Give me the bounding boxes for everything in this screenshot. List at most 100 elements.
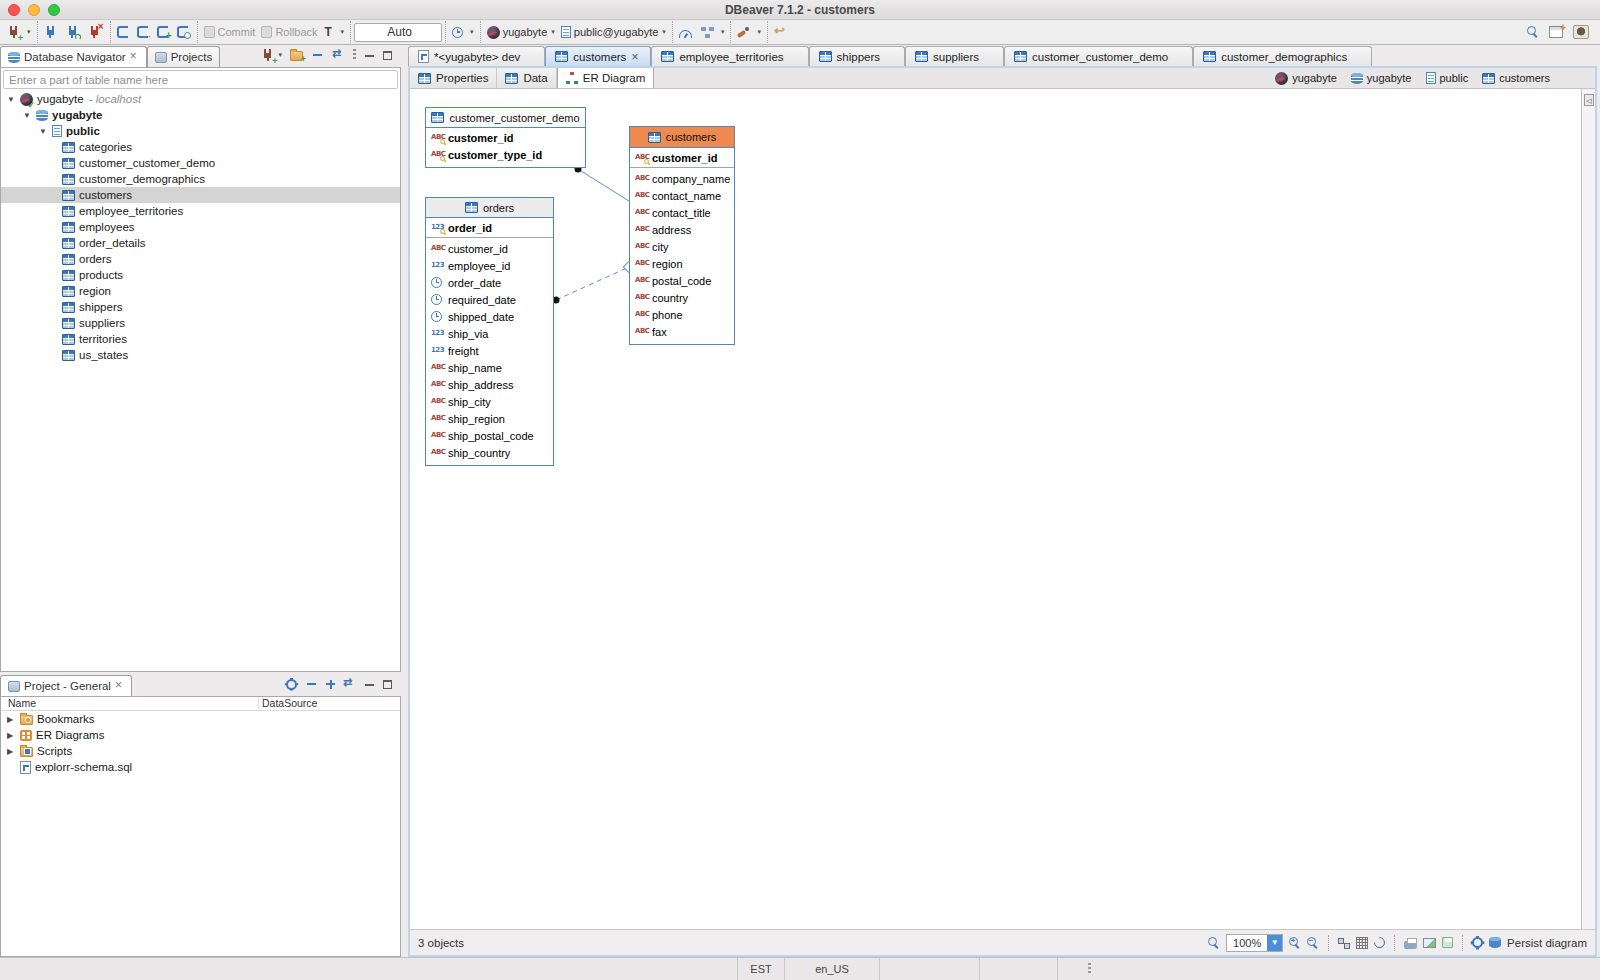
er-column[interactable]: ship_city xyxy=(426,393,553,410)
er-column[interactable]: ship_region xyxy=(426,410,553,427)
expand-arrow[interactable] xyxy=(7,95,20,104)
open-sql-script[interactable] xyxy=(134,21,154,43)
connect[interactable] xyxy=(41,21,63,43)
editor-subtab[interactable]: Data xyxy=(497,68,556,88)
er-entity-header[interactable]: customers xyxy=(630,127,734,148)
er-column[interactable]: ship_postal_code xyxy=(426,427,553,444)
tree-item[interactable]: products xyxy=(1,267,400,283)
project-item[interactable]: Bookmarks xyxy=(1,711,400,727)
er-column[interactable]: postal_code xyxy=(630,272,734,289)
tree-item[interactable]: yugabyte - localhost xyxy=(1,91,400,107)
editor-tab[interactable]: *<yugabyte> dev xyxy=(408,46,545,66)
maximize-view[interactable] xyxy=(382,46,393,64)
status-locale[interactable]: en_US xyxy=(784,958,879,980)
network-profile[interactable] xyxy=(698,21,728,43)
zoom-value[interactable]: 100% xyxy=(1227,937,1267,949)
commit-mode-combo[interactable]: Auto xyxy=(354,23,442,42)
collapse[interactable] xyxy=(304,675,319,693)
toggle-grid[interactable] xyxy=(1356,937,1368,949)
breadcrumb-item[interactable]: customers xyxy=(1482,72,1550,84)
tree-item[interactable]: employee_territories xyxy=(1,203,400,219)
arrange-diagram[interactable] xyxy=(1338,937,1350,949)
refresh-diagram[interactable] xyxy=(1374,937,1385,948)
editor-tab[interactable]: customer_demographics xyxy=(1193,46,1372,66)
er-entity-header[interactable]: customer_customer_demo xyxy=(426,108,585,128)
new-window[interactable] xyxy=(1546,21,1566,43)
er-column[interactable]: shipped_date xyxy=(426,308,553,325)
er-column[interactable]: ship_via xyxy=(426,325,553,342)
er-column[interactable]: ship_address xyxy=(426,376,553,393)
view-menu[interactable] xyxy=(352,46,357,64)
er-entity[interactable]: customers customer_id xyxy=(629,126,735,345)
tab-projects[interactable]: Projects xyxy=(147,46,221,67)
zoom-dropdown-button[interactable]: ▼ xyxy=(1267,935,1282,951)
sql-editor[interactable] xyxy=(114,21,134,43)
project-item[interactable]: ER Diagrams xyxy=(1,727,400,743)
dashboard[interactable] xyxy=(676,21,698,43)
sep3[interactable] xyxy=(1462,935,1463,951)
er-column[interactable]: city xyxy=(630,238,734,255)
er-column[interactable]: customer_id xyxy=(426,240,553,257)
print-diagram[interactable] xyxy=(1404,937,1417,949)
editor-tab[interactable]: customer_customer_demo xyxy=(1004,46,1193,66)
minimize-view[interactable] xyxy=(363,46,376,64)
tab-project-general[interactable]: Project - General xyxy=(0,675,132,696)
rollback[interactable]: Rollback xyxy=(258,21,320,43)
er-entity[interactable]: orders order_id xyxy=(425,197,554,466)
search[interactable] xyxy=(1524,21,1542,43)
invalidate-reconnect[interactable] xyxy=(63,21,85,43)
editor-tab[interactable]: customers xyxy=(545,46,651,66)
settings[interactable] xyxy=(285,675,298,693)
persist-diagram-icon[interactable] xyxy=(1489,937,1501,948)
minimize-view[interactable] xyxy=(363,675,376,693)
expand[interactable] xyxy=(325,675,336,693)
er-column[interactable]: employee_id xyxy=(426,257,553,274)
diagram-settings[interactable] xyxy=(1472,937,1483,948)
close-tab-icon[interactable] xyxy=(631,50,641,64)
project-item[interactable]: explorr-schema.sql xyxy=(1,759,400,775)
expand-arrow[interactable] xyxy=(7,747,20,756)
zoom-out[interactable] xyxy=(1307,937,1319,949)
link-with-editor[interactable] xyxy=(331,46,346,64)
editor-subtab[interactable]: Properties xyxy=(410,68,497,88)
export-image[interactable] xyxy=(1423,938,1436,948)
table-filter-input[interactable]: Enter a part of table name here xyxy=(3,70,398,89)
editor-tab[interactable]: shippers xyxy=(809,46,905,66)
user-profile[interactable] xyxy=(1570,21,1592,43)
sep1[interactable] xyxy=(1328,935,1329,951)
er-column[interactable]: address xyxy=(630,221,734,238)
er-column[interactable]: country xyxy=(630,289,734,306)
tree-item[interactable]: orders xyxy=(1,251,400,267)
er-column[interactable]: fax xyxy=(630,323,734,340)
breadcrumb-item[interactable]: public xyxy=(1426,72,1469,84)
close-view-icon[interactable] xyxy=(130,53,139,62)
new-connection[interactable] xyxy=(4,21,34,43)
column-datasource[interactable]: DataSource xyxy=(259,697,317,710)
tree-item[interactable]: us_states xyxy=(1,347,400,363)
breadcrumb-item[interactable]: yugabyte xyxy=(1351,72,1412,84)
er-column[interactable]: order_date xyxy=(426,274,553,291)
tree-item[interactable]: suppliers xyxy=(1,315,400,331)
expand-arrow[interactable] xyxy=(7,731,20,740)
disconnect[interactable] xyxy=(85,21,107,43)
diagram-search[interactable] xyxy=(1208,937,1220,949)
project-item[interactable]: Scripts xyxy=(1,743,400,759)
er-diagram-canvas[interactable]: customer_customer_demo customer_id xyxy=(410,89,1581,929)
format[interactable] xyxy=(734,21,764,43)
zoom-combo[interactable]: 100%▼ xyxy=(1226,934,1283,952)
tree-item[interactable]: yugabyte xyxy=(1,107,400,123)
navigate-back[interactable] xyxy=(771,21,794,43)
new-sql-editor[interactable] xyxy=(154,21,174,43)
find-in-sql[interactable] xyxy=(174,21,194,43)
maximize-view[interactable] xyxy=(382,675,393,693)
er-column[interactable]: freight xyxy=(426,342,553,359)
editor-tab[interactable]: employee_territories xyxy=(651,46,808,66)
expand-arrow[interactable] xyxy=(39,127,52,136)
collapse-all[interactable] xyxy=(310,46,325,64)
tree-item[interactable]: customers xyxy=(1,187,400,203)
er-column[interactable]: order_id xyxy=(426,219,553,236)
tree-item[interactable]: public xyxy=(1,123,400,139)
er-column[interactable]: contact_name xyxy=(630,187,734,204)
er-column[interactable]: customer_id xyxy=(426,129,585,146)
er-column[interactable]: customer_id xyxy=(630,149,734,166)
